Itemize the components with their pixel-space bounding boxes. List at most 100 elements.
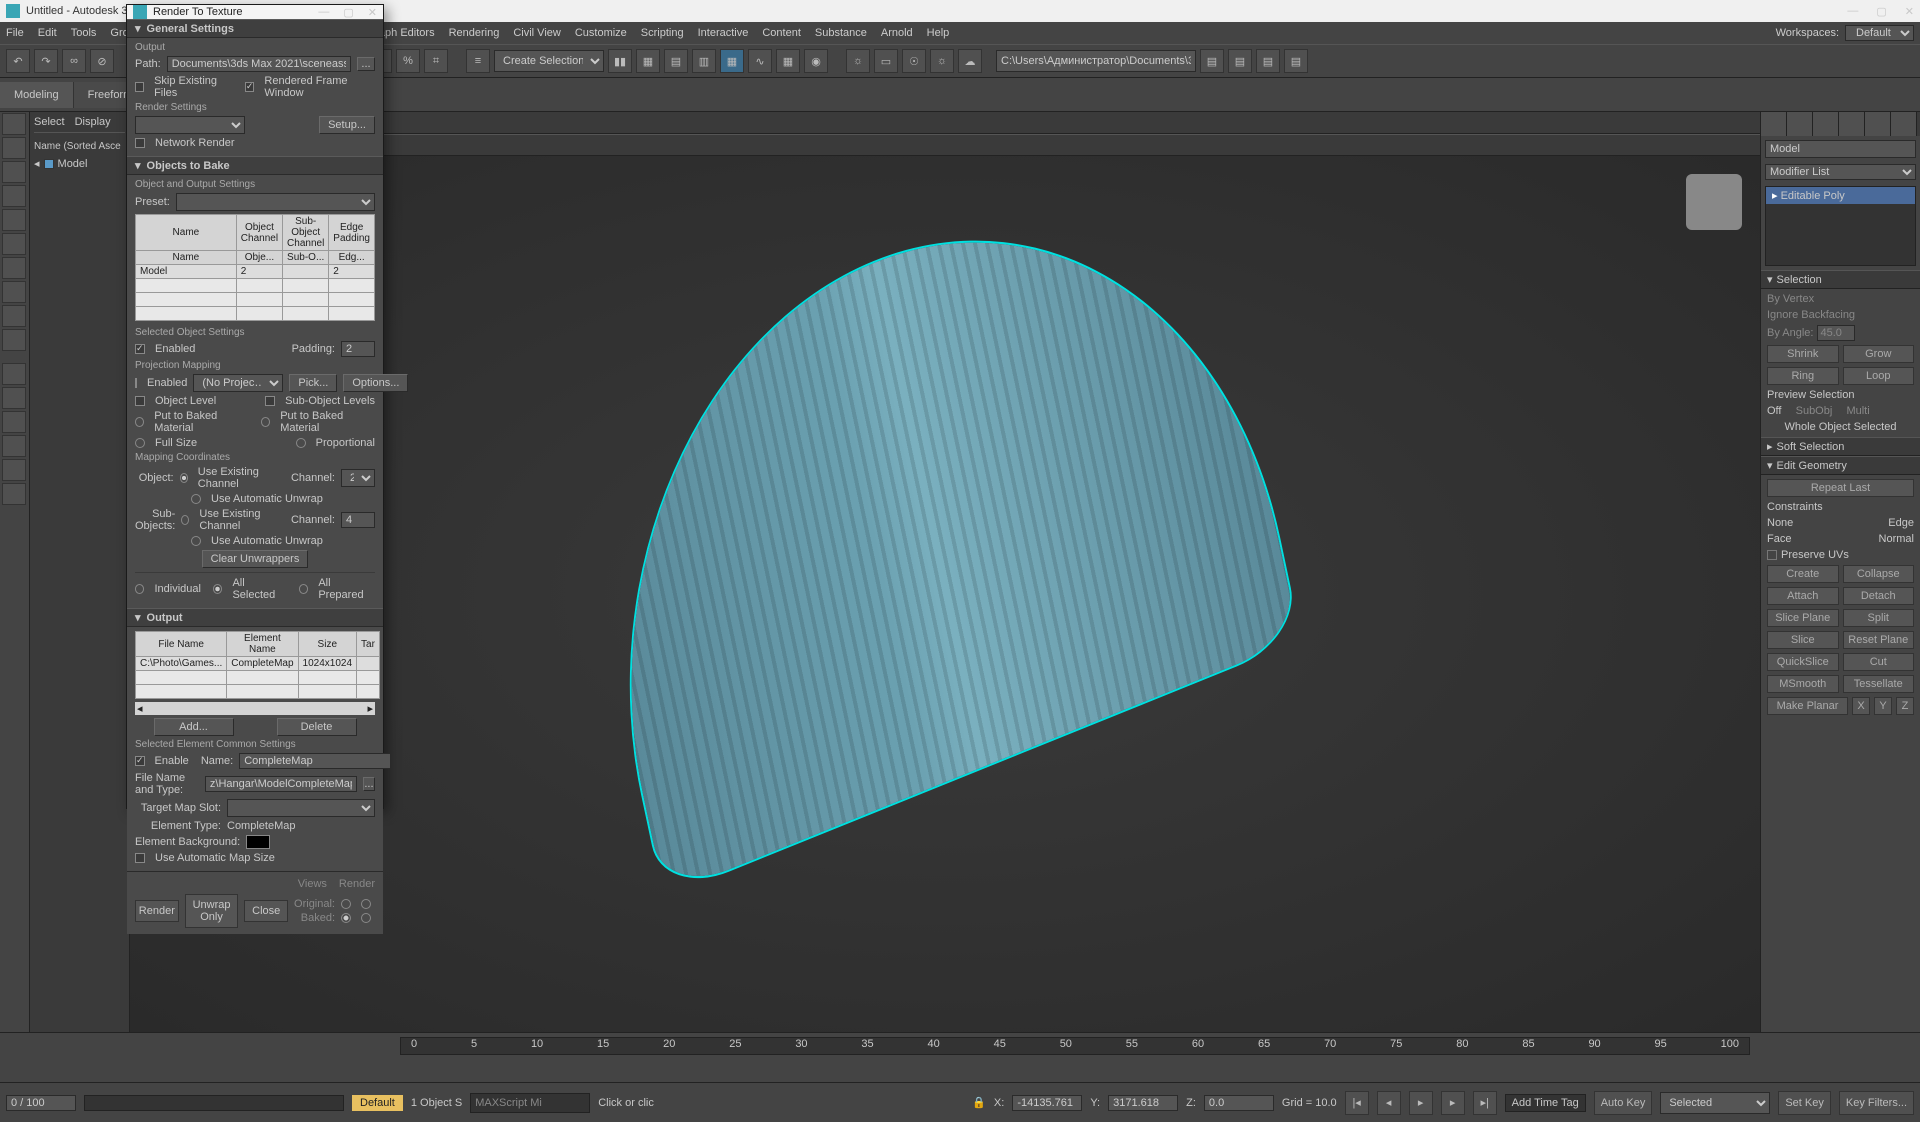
model-mesh[interactable]	[558, 156, 1300, 896]
edit-named-icon[interactable]: ≡	[466, 49, 490, 73]
setkey-button[interactable]: Set Key	[1778, 1091, 1831, 1115]
cp-display-icon[interactable]	[1865, 112, 1891, 136]
tessellate-button[interactable]: Tessellate	[1843, 675, 1915, 693]
new-scene-icon[interactable]: ▤	[1200, 49, 1224, 73]
preserve-uvs-check[interactable]	[1767, 550, 1777, 560]
time-slider[interactable]	[84, 1095, 344, 1111]
percent-icon[interactable]: %	[396, 49, 420, 73]
baked-view-radio[interactable]	[341, 913, 351, 923]
menu-item[interactable]: Tools	[71, 27, 97, 39]
loop-button[interactable]: Loop	[1843, 367, 1915, 385]
scroll-right-icon[interactable]: ▸	[367, 702, 373, 715]
options-button[interactable]: Options...	[343, 374, 408, 392]
render-iter-icon[interactable]: ☼	[930, 49, 954, 73]
section-edit-geometry[interactable]: ▾ Edit Geometry	[1761, 456, 1920, 475]
object-name-input[interactable]	[1765, 140, 1916, 158]
dialog-maximize-icon[interactable]: ▢	[343, 6, 353, 19]
se-tab-display[interactable]: Display	[75, 116, 111, 128]
z-input[interactable]	[1204, 1095, 1274, 1111]
lock-icon[interactable]: 🔒	[972, 1096, 986, 1109]
angle-spinner[interactable]	[1817, 325, 1855, 341]
use-existing-radio[interactable]	[180, 473, 188, 483]
maxscript-input[interactable]	[470, 1093, 590, 1113]
rollup-output-header[interactable]: ▾ Output	[127, 608, 383, 627]
display-toggle-icon[interactable]	[2, 363, 26, 385]
render-frame-icon[interactable]: ▭	[874, 49, 898, 73]
menu-item[interactable]: Edit	[38, 27, 57, 39]
save-icon[interactable]: ▤	[1256, 49, 1280, 73]
constraint-edge[interactable]: Edge	[1888, 517, 1914, 529]
next-frame-icon[interactable]: ▸	[1441, 1091, 1465, 1115]
constraint-none[interactable]: None	[1767, 517, 1793, 529]
enabled-check[interactable]	[135, 344, 145, 354]
y-input[interactable]	[1108, 1095, 1178, 1111]
menu-item[interactable]: Civil View	[513, 27, 560, 39]
browse-file-button[interactable]: ...	[363, 777, 375, 791]
schematic-icon[interactable]: ▦	[776, 49, 800, 73]
proj-enabled-check[interactable]	[135, 378, 137, 388]
all-prepared-radio[interactable]	[299, 584, 308, 594]
target-slot-select[interactable]	[227, 799, 375, 817]
network-render-check[interactable]	[135, 138, 145, 148]
frame-input[interactable]	[6, 1095, 76, 1111]
prev-frame-icon[interactable]: ◂	[1377, 1091, 1401, 1115]
filter-geom-icon[interactable]	[2, 137, 26, 159]
menu-item[interactable]: Substance	[815, 27, 867, 39]
skip-existing-check[interactable]	[135, 82, 144, 92]
render-button[interactable]: Render	[135, 900, 179, 922]
filter-helper-icon[interactable]	[2, 233, 26, 255]
section-selection[interactable]: ▾ Selection	[1761, 270, 1920, 289]
padding-spinner[interactable]	[341, 341, 375, 357]
goto-start-icon[interactable]: |◂	[1345, 1091, 1369, 1115]
delete-button[interactable]: Delete	[277, 718, 357, 736]
align-icon[interactable]: ▦	[636, 49, 660, 73]
ribbon-tab-modeling[interactable]: Modeling	[0, 82, 74, 108]
close-icon[interactable]: ✕	[1905, 5, 1914, 18]
element-name-input[interactable]	[239, 753, 391, 769]
goto-end-icon[interactable]: ▸|	[1473, 1091, 1497, 1115]
filter-light-icon[interactable]	[2, 185, 26, 207]
path-input[interactable]	[167, 56, 351, 72]
scroll-left-icon[interactable]: ◂	[137, 702, 143, 715]
element-bg-swatch[interactable]	[246, 835, 270, 849]
all-selected-radio[interactable]	[213, 584, 222, 594]
layers-icon[interactable]: ▤	[664, 49, 688, 73]
filter-group-icon[interactable]	[2, 305, 26, 327]
create-selection-select[interactable]: Create Selection Se	[494, 50, 604, 72]
menu-item[interactable]: File	[6, 27, 24, 39]
display3-icon[interactable]	[2, 411, 26, 433]
close-button[interactable]: Close	[244, 900, 288, 922]
baked-render-radio[interactable]	[361, 913, 371, 923]
layers2-icon[interactable]: ▥	[692, 49, 716, 73]
cp-utilities-icon[interactable]	[1891, 112, 1917, 136]
stack-item[interactable]: ▸ Editable Poly	[1766, 187, 1915, 204]
preset-select[interactable]	[176, 193, 375, 211]
ring-button[interactable]: Ring	[1767, 367, 1839, 385]
tree-item[interactable]: ◂ Model	[34, 156, 125, 171]
menu-item[interactable]: Arnold	[881, 27, 913, 39]
mirror-icon[interactable]: ▮▮	[608, 49, 632, 73]
use-auto-map-check[interactable]	[135, 853, 145, 863]
expand-icon[interactable]: ◂	[34, 157, 40, 170]
z-button[interactable]: Z	[1896, 697, 1914, 715]
display4-icon[interactable]	[2, 435, 26, 457]
grow-button[interactable]: Grow	[1843, 345, 1915, 363]
add-time-tag[interactable]: Add Time Tag	[1505, 1094, 1586, 1112]
cp-modify-icon[interactable]	[1787, 112, 1813, 136]
quickslice-button[interactable]: QuickSlice	[1767, 653, 1839, 671]
constraint-face[interactable]: Face	[1767, 533, 1791, 545]
menu-item[interactable]: Content	[762, 27, 801, 39]
slice-plane-button[interactable]: Slice Plane	[1767, 609, 1839, 627]
modifier-stack[interactable]: ▸ Editable Poly	[1765, 186, 1916, 266]
filter-space-icon[interactable]	[2, 257, 26, 279]
repeat-last-button[interactable]: Repeat Last	[1767, 479, 1914, 497]
filter-xref-icon[interactable]	[2, 329, 26, 351]
time-ruler[interactable]: 0510152025303540455055606570758085909510…	[400, 1037, 1750, 1055]
link-icon[interactable]: ∞	[62, 49, 86, 73]
undo-icon[interactable]: ↶	[6, 49, 30, 73]
render-setup-icon[interactable]: ☼	[846, 49, 870, 73]
workspace-select[interactable]: Default	[1845, 25, 1914, 41]
x-button[interactable]: X	[1852, 697, 1870, 715]
setup-button[interactable]: Setup...	[319, 116, 375, 134]
dialog-close-icon[interactable]: ✕	[368, 6, 377, 19]
